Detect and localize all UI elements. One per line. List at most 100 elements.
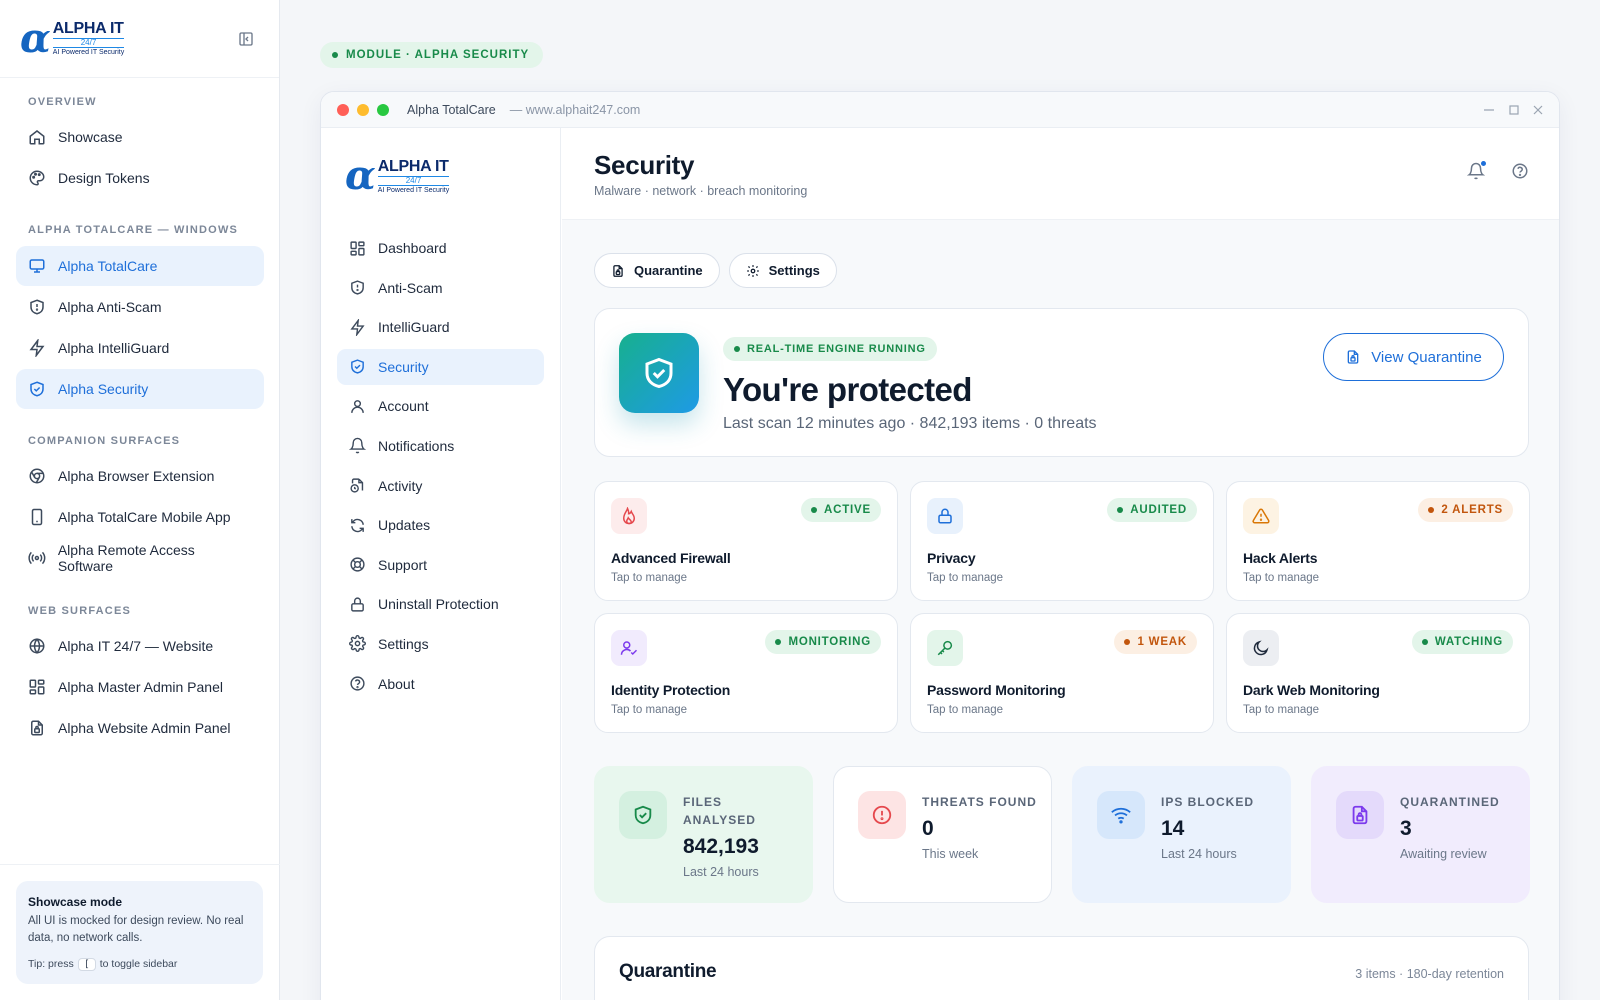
sidebar-item-label: Alpha TotalCare Mobile App xyxy=(58,509,231,525)
feature-name: Identity Protection xyxy=(611,682,731,698)
file-clock-icon xyxy=(350,478,364,493)
alpha-logo-mark: α xyxy=(20,14,51,62)
minimize-traffic-light[interactable] xyxy=(357,103,369,116)
maximize-icon[interactable] xyxy=(1509,104,1519,115)
feature-name: Dark Web Monitoring xyxy=(1243,682,1380,698)
flame-icon xyxy=(622,507,636,525)
feature-grid: ACTIVE Advanced Firewall Tap to manage A… xyxy=(594,481,1530,733)
feature-hint: Tap to manage xyxy=(927,704,1004,716)
app-logo[interactable]: α ALPHA IT 24/7 AI Powered IT Security xyxy=(345,156,450,196)
minimize-icon[interactable] xyxy=(1483,104,1495,116)
sidebar-item-website-admin[interactable]: Alpha Website Admin Panel xyxy=(16,708,264,748)
nav-uninstall-protection[interactable]: Uninstall Protection xyxy=(337,586,544,622)
globe-icon xyxy=(29,638,45,654)
nav-dashboard[interactable]: Dashboard xyxy=(337,230,544,266)
sidebar-item-design-tokens[interactable]: Design Tokens xyxy=(16,158,264,198)
feature-card-privacy[interactable]: AUDITED Privacy Tap to manage xyxy=(910,481,1214,601)
sidebar-item-alpha-totalcare[interactable]: Alpha TotalCare xyxy=(16,246,264,286)
nav-anti-scam[interactable]: Anti-Scam xyxy=(337,270,544,306)
status-badge: 2 ALERTS xyxy=(1418,498,1513,522)
stat-sub: Last 24 hours xyxy=(683,865,759,879)
feature-name: Advanced Firewall xyxy=(611,550,731,566)
outer-sidebar: α ALPHA IT 24/7 AI Powered IT Security O… xyxy=(0,0,280,1000)
sidebar-item-alpha-intelliguard[interactable]: Alpha IntelliGuard xyxy=(16,328,264,368)
lifebuoy-icon xyxy=(350,557,365,572)
status-dot xyxy=(734,346,740,352)
app-window: Alpha TotalCare — www.alphait247.com α A… xyxy=(320,91,1560,1000)
palette-icon xyxy=(29,170,45,186)
page-title: Security xyxy=(594,150,695,180)
feature-card-advanced-firewall[interactable]: ACTIVE Advanced Firewall Tap to manage xyxy=(594,481,898,601)
sidebar-item-remote-access[interactable]: Alpha Remote Access Software xyxy=(16,538,264,578)
feature-name: Password Monitoring xyxy=(927,682,1066,698)
sidebar-section-overview: OVERVIEW xyxy=(0,96,125,108)
showcase-mode-card: Showcase mode All UI is mocked for desig… xyxy=(16,881,263,984)
nav-intelliguard[interactable]: IntelliGuard xyxy=(337,309,544,345)
stat-label: THREATS FOUND xyxy=(922,795,1037,809)
grid-icon xyxy=(29,679,45,695)
sidebar-item-browser-extension[interactable]: Alpha Browser Extension xyxy=(16,456,264,496)
feature-hint: Tap to manage xyxy=(927,572,1004,584)
shield-alert-icon xyxy=(351,280,364,295)
nav-settings[interactable]: Settings xyxy=(337,626,544,662)
stat-card-quarantined: QUARANTINED 3 Awaiting review xyxy=(1311,766,1530,903)
sidebar-item-mobile-app[interactable]: Alpha TotalCare Mobile App xyxy=(16,497,264,537)
stats-row: FILES ANALYSED 842,193 Last 24 hours THR… xyxy=(594,766,1530,903)
feature-card-hack-alerts[interactable]: 2 ALERTS Hack Alerts Tap to manage xyxy=(1226,481,1530,601)
stat-card-ips-blocked: IPS BLOCKED 14 Last 24 hours xyxy=(1072,766,1291,903)
nav-activity[interactable]: Activity xyxy=(337,468,544,504)
quarantine-button[interactable]: Quarantine xyxy=(594,253,720,288)
lightning-icon xyxy=(29,339,45,357)
sidebar-item-alpha-security[interactable]: Alpha Security xyxy=(16,369,264,409)
file-lock-icon xyxy=(1347,350,1359,364)
sidebar-item-showcase[interactable]: Showcase xyxy=(16,117,264,157)
shield-check-icon xyxy=(645,357,673,389)
shortcut-key: [ xyxy=(77,957,96,971)
lock-icon xyxy=(938,508,952,524)
feature-hint: Tap to manage xyxy=(611,572,688,584)
feature-hint: Tap to manage xyxy=(1243,704,1320,716)
help-button[interactable] xyxy=(1511,162,1529,180)
stat-value: 3 xyxy=(1400,817,1412,840)
sidebar-item-alpha-anti-scam[interactable]: Alpha Anti-Scam xyxy=(16,287,264,327)
nav-security[interactable]: Security xyxy=(337,348,544,385)
nav-account[interactable]: Account xyxy=(337,388,544,424)
feature-card-dark-web-monitoring[interactable]: WATCHING Dark Web Monitoring Tap to mana… xyxy=(1226,613,1530,733)
wifi-icon xyxy=(1111,807,1131,824)
nav-updates[interactable]: Updates xyxy=(337,507,544,543)
stat-sub: Awaiting review xyxy=(1400,847,1487,861)
status-badge: MONITORING xyxy=(765,630,881,654)
feature-name: Hack Alerts xyxy=(1243,550,1318,566)
shield-check-icon xyxy=(351,359,364,374)
nav-support[interactable]: Support xyxy=(337,547,544,583)
sidebar-brand: α ALPHA IT 24/7 AI Powered IT Security xyxy=(0,0,279,78)
close-icon[interactable] xyxy=(1533,105,1543,115)
nav-notifications[interactable]: Notifications xyxy=(337,428,544,464)
stat-value: 0 xyxy=(922,817,934,840)
feature-name: Privacy xyxy=(927,550,976,566)
section-title: COMPANION SURFACES xyxy=(28,435,181,447)
user-icon xyxy=(351,400,364,413)
view-quarantine-button[interactable]: View Quarantine xyxy=(1323,333,1504,381)
showcase-tip: Tip: press [ to toggle sidebar xyxy=(28,957,178,971)
alpha-it-logo[interactable]: α ALPHA IT 24/7 AI Powered IT Security xyxy=(20,14,125,62)
logo-tagline: AI Powered IT Security xyxy=(52,49,125,56)
notifications-button[interactable] xyxy=(1467,160,1487,180)
sidebar-item-master-admin[interactable]: Alpha Master Admin Panel xyxy=(16,667,264,707)
close-traffic-light[interactable] xyxy=(337,103,349,116)
gear-icon xyxy=(349,635,366,653)
feature-card-identity-protection[interactable]: MONITORING Identity Protection Tap to ma… xyxy=(594,613,898,733)
window-titlebar: Alpha TotalCare — www.alphait247.com xyxy=(321,92,1559,128)
sidebar-collapse-button[interactable] xyxy=(233,26,259,52)
stat-label: FILES ANALYSED xyxy=(683,795,756,827)
page-header: Security Malware · network · breach moni… xyxy=(562,128,1559,220)
maximize-traffic-light[interactable] xyxy=(377,103,389,116)
refresh-icon xyxy=(351,518,364,532)
feature-card-password-monitoring[interactable]: 1 WEAK Password Monitoring Tap to manage xyxy=(910,613,1214,733)
stat-label: IPS BLOCKED xyxy=(1161,795,1255,809)
lightning-icon xyxy=(350,318,365,336)
settings-button[interactable]: Settings xyxy=(728,253,837,288)
nav-about[interactable]: About xyxy=(337,666,544,702)
sidebar-item-website[interactable]: Alpha IT 24/7 — Website xyxy=(16,626,264,666)
showcase-desc: All UI is mocked for design review. No r… xyxy=(28,915,244,945)
